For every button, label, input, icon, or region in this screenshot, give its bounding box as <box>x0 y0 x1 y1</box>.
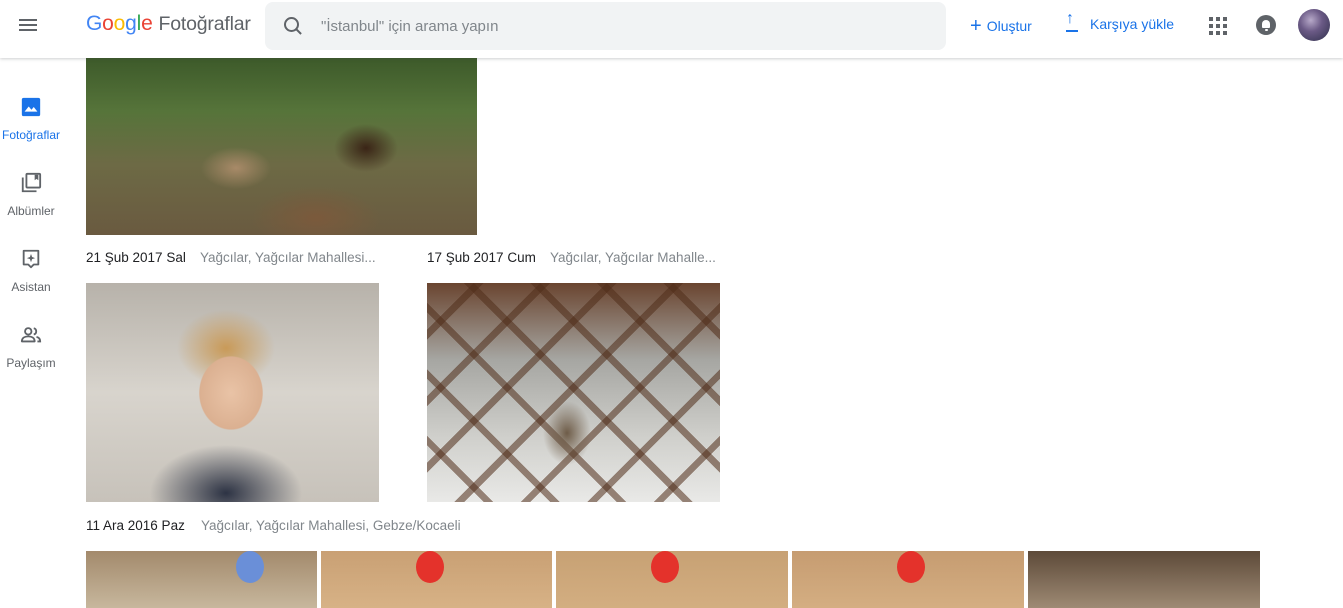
sidebar-item-photos[interactable]: Fotoğraflar <box>0 94 62 154</box>
search-bar[interactable] <box>265 2 946 50</box>
photo-thumbnail[interactable] <box>321 551 552 608</box>
google-photos-logo[interactable]: Google Fotoğraflar <box>86 12 251 36</box>
search-icon[interactable] <box>283 16 303 36</box>
sidebar-item-sharing[interactable]: Paylaşım <box>0 322 62 382</box>
google-logo-text: Google <box>86 12 153 35</box>
menu-icon[interactable] <box>14 11 42 39</box>
photo-thumbnail[interactable] <box>556 551 788 608</box>
product-name: Fotoğraflar <box>158 13 251 35</box>
assistant-icon <box>22 249 40 269</box>
plus-icon: + <box>970 15 982 37</box>
photo-thumbnail[interactable] <box>792 551 1024 608</box>
app-header: Google Fotoğraflar + Oluştur Karşıya yük… <box>0 0 1343 58</box>
sidebar-item-label: Albümler <box>7 204 55 218</box>
create-label: Oluştur <box>986 18 1032 34</box>
group-date: 21 Şub 2017 Sal <box>86 250 186 265</box>
balloon-shape <box>897 551 925 583</box>
sidebar-item-label: Paylaşım <box>6 356 56 370</box>
photo-thumbnail[interactable] <box>86 551 317 608</box>
photo-thumbnail-cat[interactable] <box>427 283 720 502</box>
upload-label: Karşıya yükle <box>1090 16 1175 32</box>
balloon-shape <box>416 551 444 583</box>
sidebar-item-label: Fotoğraflar <box>1 128 61 142</box>
group-location[interactable]: Yağcılar, Yağcılar Mahalle... <box>550 250 722 265</box>
group-location[interactable]: Yağcılar, Yağcılar Mahallesi, Gebze/Koca… <box>201 518 501 533</box>
notifications-icon[interactable] <box>1256 15 1276 35</box>
photo-icon <box>21 97 41 117</box>
sharing-icon <box>20 327 42 343</box>
photo-thumbnail[interactable] <box>1028 551 1260 608</box>
album-icon <box>21 172 42 193</box>
group-date: 17 Şub 2017 Cum <box>427 250 536 265</box>
search-input[interactable] <box>321 17 881 35</box>
sidebar-item-label: Asistan <box>11 280 51 294</box>
group-location[interactable]: Yağcılar, Yağcılar Mahallesi... <box>200 250 386 265</box>
sidebar-item-assistant[interactable]: Asistan <box>0 246 62 306</box>
photo-thumbnail-dogs[interactable] <box>86 58 477 235</box>
avatar[interactable] <box>1298 9 1330 41</box>
balloon-shape <box>236 551 264 583</box>
sidebar-item-albums[interactable]: Albümler <box>0 170 62 230</box>
group-date: 11 Ara 2016 Paz <box>86 518 185 533</box>
upload-icon <box>1064 11 1080 32</box>
photo-thumbnail-child[interactable] <box>86 283 379 502</box>
apps-icon[interactable] <box>1209 17 1227 35</box>
upload-button[interactable]: Karşıya yükle <box>1064 11 1175 32</box>
create-button[interactable]: + Oluştur <box>970 16 1032 36</box>
balloon-shape <box>651 551 679 583</box>
